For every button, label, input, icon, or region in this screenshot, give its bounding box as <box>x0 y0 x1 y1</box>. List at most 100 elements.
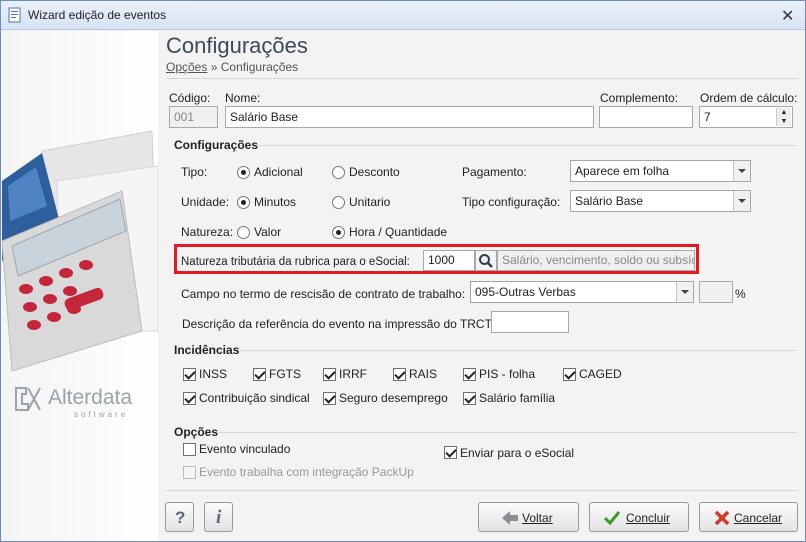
breadcrumb-current: Configurações <box>220 60 299 74</box>
tipo-adicional-label: Adicional <box>254 165 303 179</box>
brand-name: Alterdata <box>48 386 133 409</box>
configuracoes-section-title: Configurações <box>174 138 259 152</box>
opcoes-divider <box>218 432 797 433</box>
natureza-tributaria-search-button[interactable] <box>475 250 497 271</box>
incidencia-fgts-label: FGTS <box>269 367 301 381</box>
concluir-button[interactable]: Concluir <box>589 502 689 532</box>
incidencia-rais-checkbox[interactable] <box>393 368 406 381</box>
info-icon: i <box>216 507 222 528</box>
header-divider <box>166 78 798 79</box>
codigo-label: Código: <box>169 91 211 105</box>
page-title: Configurações <box>166 33 308 58</box>
natureza-hora-quantidade-radio[interactable] <box>332 226 345 239</box>
alterdata-logo-icon <box>15 387 41 411</box>
tipo-configuracao-value: Salário Base <box>575 194 644 208</box>
chevron-down-icon[interactable] <box>676 282 693 302</box>
incidencia-pis-folha-label: PIS - folha <box>479 367 536 381</box>
wizard-window: Wizard edição de eventos ✕ Alterdata sof… <box>0 0 806 542</box>
incidencias-section-title: Incidências <box>174 343 240 357</box>
arrow-left-icon <box>502 511 518 525</box>
pagamento-select[interactable]: Aparece em folha <box>570 160 751 182</box>
evento-packup-label: Evento trabalha com integração PackUp <box>199 465 414 479</box>
unidade-unitario-radio[interactable] <box>332 196 345 209</box>
breadcrumb-separator: » <box>210 60 218 74</box>
incidencia-inss-label: INSS <box>199 367 228 381</box>
percentual-field[interactable] <box>699 281 733 303</box>
search-icon <box>479 254 493 268</box>
incidencias-divider <box>240 350 797 351</box>
incidencia-seguro-desemprego-label: Seguro desemprego <box>339 391 448 405</box>
breadcrumb: Opções » Configurações <box>166 60 298 74</box>
campo-rescisao-label: Campo no termo de rescisão de contrato d… <box>181 287 466 301</box>
unidade-unitario-label: Unitario <box>349 195 391 209</box>
chevron-down-icon[interactable] <box>733 191 750 211</box>
voltar-button[interactable]: Voltar <box>478 502 579 532</box>
unidade-minutos-radio[interactable] <box>237 196 250 209</box>
incidencia-fgts-checkbox[interactable] <box>253 368 266 381</box>
cancelar-label: Cancelar <box>734 511 783 525</box>
tipo-desconto-radio[interactable] <box>332 166 345 179</box>
close-icon[interactable]: ✕ <box>781 6 794 26</box>
spinner-up-icon[interactable]: ▲ <box>776 108 791 117</box>
unidade-label: Unidade: <box>181 195 230 209</box>
natureza-hora-quantidade-label: Hora / Quantidade <box>349 225 448 239</box>
help-button[interactable]: ? <box>165 502 194 532</box>
complemento-label: Complemento: <box>600 91 679 105</box>
descricao-trct-label: Descrição da referência do evento na imp… <box>182 317 494 331</box>
campo-rescisao-value: 095-Outras Verbas <box>475 285 576 299</box>
natureza-label: Natureza: <box>181 225 234 239</box>
configuracoes-divider <box>256 145 797 146</box>
help-icon: ? <box>175 508 186 527</box>
nome-field[interactable]: Salário Base <box>225 106 594 128</box>
tipo-configuracao-select[interactable]: Salário Base <box>570 190 751 212</box>
natureza-tributaria-code-field[interactable]: 1000 <box>423 250 475 271</box>
title-bar[interactable]: Wizard edição de eventos ✕ <box>1 1 805 30</box>
tipo-configuracao-label: Tipo configuração: <box>462 195 561 209</box>
incidencia-inss-checkbox[interactable] <box>183 368 196 381</box>
incidencia-caged-label: CAGED <box>579 367 622 381</box>
info-button[interactable]: i <box>204 502 233 532</box>
cancel-x-icon <box>714 510 730 526</box>
ordem-calculo-field[interactable]: 7 ▲ ▼ <box>699 106 793 128</box>
brand-subtitle: software <box>74 410 129 419</box>
incidencia-pis-folha-checkbox[interactable] <box>463 368 476 381</box>
ordem-calculo-label: Ordem de cálculo: <box>700 91 798 105</box>
incidencia-caged-checkbox[interactable] <box>563 368 576 381</box>
enviar-esocial-checkbox[interactable] <box>444 446 457 459</box>
incidencia-seguro-desemprego-checkbox[interactable] <box>323 392 336 405</box>
checkmark-icon <box>603 511 621 526</box>
chevron-down-icon[interactable] <box>733 161 750 181</box>
window-title: Wizard edição de eventos <box>28 8 167 22</box>
natureza-valor-label: Valor <box>254 225 282 239</box>
spinner-down-icon[interactable]: ▼ <box>776 117 791 126</box>
incidencia-contribuicao-sindical-checkbox[interactable] <box>183 392 196 405</box>
natureza-valor-radio[interactable] <box>237 226 250 239</box>
complemento-field[interactable] <box>599 106 693 128</box>
nome-label: Nome: <box>225 91 261 105</box>
tipo-adicional-radio[interactable] <box>237 166 250 179</box>
pagamento-value: Aparece em folha <box>575 164 670 178</box>
incidencia-contribuicao-sindical-label: Contribuição sindical <box>199 391 310 405</box>
main-panel: Configurações Opções » Configurações Cód… <box>158 31 805 541</box>
ordem-calculo-value: 7 <box>704 110 711 124</box>
campo-rescisao-select[interactable]: 095-Outras Verbas <box>470 281 694 303</box>
unidade-minutos-label: Minutos <box>254 195 297 209</box>
pagamento-label: Pagamento: <box>462 165 527 179</box>
descricao-trct-field[interactable] <box>491 311 569 333</box>
footer-divider <box>166 490 798 491</box>
breadcrumb-link-opcoes[interactable]: Opções <box>166 60 207 74</box>
cancelar-button[interactable]: Cancelar <box>699 502 798 532</box>
evento-vinculado-checkbox[interactable] <box>183 443 196 456</box>
app-document-icon <box>8 7 21 23</box>
sidebar-illustration: Alterdata software <box>2 31 158 541</box>
enviar-esocial-label: Enviar para o eSocial <box>460 446 575 460</box>
incidencia-irrf-label: IRRF <box>339 367 367 381</box>
evento-vinculado-label: Evento vinculado <box>199 442 291 456</box>
incidencia-irrf-checkbox[interactable] <box>323 368 336 381</box>
incidencia-rais-label: RAIS <box>409 367 438 381</box>
tipo-desconto-label: Desconto <box>349 165 400 179</box>
incidencia-salario-familia-checkbox[interactable] <box>463 392 476 405</box>
percent-symbol: % <box>735 287 746 301</box>
opcoes-section-title: Opções <box>174 425 219 439</box>
codigo-field[interactable]: 001 <box>169 106 218 128</box>
